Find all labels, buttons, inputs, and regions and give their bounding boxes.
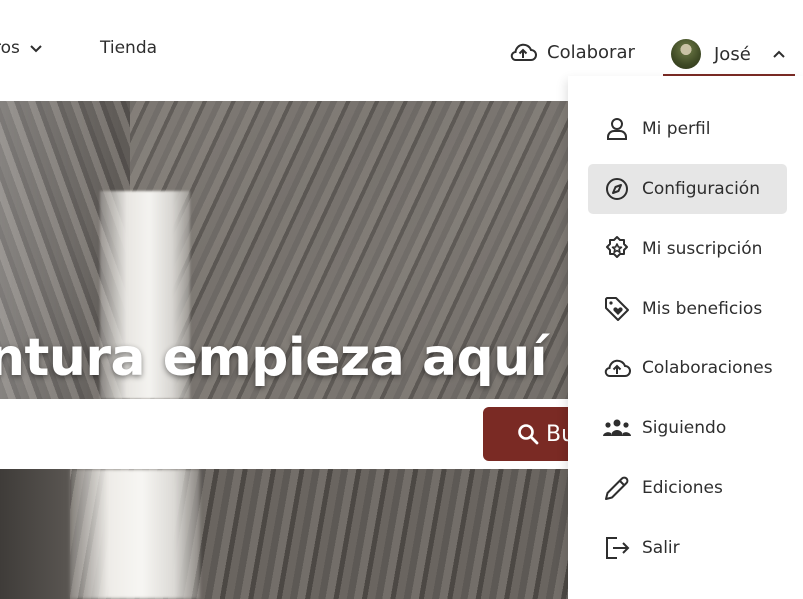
hero-title: ntura empieza aquí [0, 328, 548, 388]
user-icon [602, 114, 632, 144]
menu-item-benefits[interactable]: Mis beneficios [588, 284, 787, 334]
menu-item-label: Salir [642, 538, 680, 558]
nav-item-prev[interactable]: ros [0, 38, 44, 58]
menu-item-label: Colaboraciones [642, 358, 773, 378]
lower-rock [0, 469, 70, 599]
menu-item-label: Mi suscripción [642, 239, 763, 259]
avatar [671, 39, 701, 69]
cloud-upload-icon [510, 43, 537, 61]
menu-item-profile[interactable]: Mi perfil [588, 104, 787, 154]
lower-waterfall [70, 469, 200, 599]
menu-item-label: Mis beneficios [642, 299, 763, 319]
compass-icon [602, 174, 632, 204]
hero-banner: ntura empieza aquí [0, 101, 568, 399]
chevron-up-icon [773, 50, 785, 58]
user-name: José [714, 43, 751, 65]
menu-item-label: Mi perfil [642, 119, 711, 139]
chevron-down-icon [30, 45, 42, 53]
tag-heart-icon [602, 294, 632, 324]
nav-item-store[interactable]: Tienda [100, 38, 157, 58]
menu-item-settings[interactable]: Configuración [588, 164, 787, 214]
nav-item-store-label: Tienda [100, 38, 158, 58]
menu-item-label: Ediciones [642, 478, 723, 498]
nav-item-prev-label: ros [0, 38, 20, 58]
user-menu-toggle[interactable]: José [663, 34, 795, 76]
collaborate-label: Colaborar [547, 41, 635, 63]
menu-item-logout[interactable]: Salir [588, 523, 787, 573]
menu-item-following[interactable]: Siguiendo [588, 403, 787, 453]
collaborate-button[interactable]: Colaborar [509, 41, 635, 63]
user-dropdown-menu: Mi perfil Configuración Mi suscripción M… [568, 76, 803, 599]
star-badge-icon [602, 234, 632, 264]
search-icon [518, 424, 539, 445]
menu-item-subscription[interactable]: Mi suscripción [588, 224, 787, 274]
menu-item-editions[interactable]: Ediciones [588, 463, 787, 513]
menu-item-label: Siguiendo [642, 418, 727, 438]
logout-icon [602, 533, 632, 563]
cloud-upload-icon [602, 353, 632, 383]
group-icon [602, 413, 632, 443]
lower-image [0, 469, 568, 599]
pencil-icon [602, 473, 632, 503]
menu-item-label: Configuración [642, 179, 760, 199]
menu-item-collaborations[interactable]: Colaboraciones [588, 343, 787, 393]
